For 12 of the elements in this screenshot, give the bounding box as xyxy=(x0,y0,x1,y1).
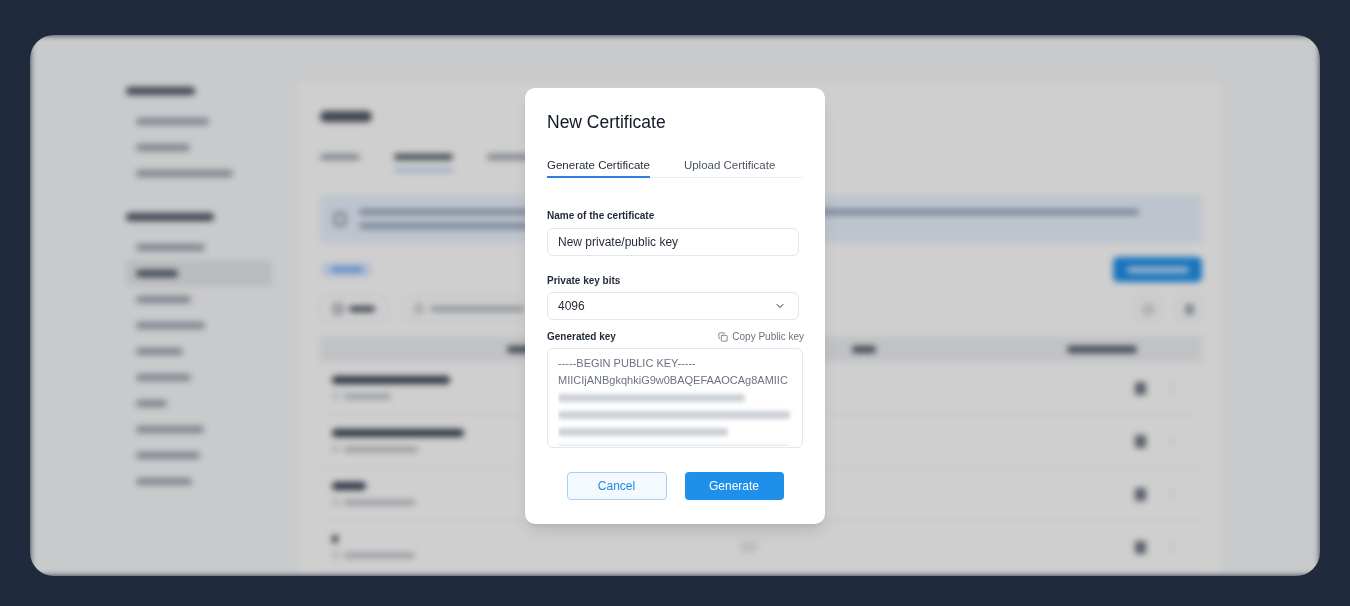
copy-icon xyxy=(718,331,729,342)
dialog-title: New Certificate xyxy=(547,110,666,133)
cancel-button[interactable]: Cancel xyxy=(566,471,667,500)
bits-select[interactable]: 4096 xyxy=(547,291,799,320)
copy-public-key-link[interactable]: Copy Public key xyxy=(718,329,804,344)
field-label: Generated key xyxy=(547,329,616,344)
name-field[interactable]: New private/public key xyxy=(547,227,799,256)
tab[interactable]: Upload Certificate xyxy=(683,156,776,178)
generated-key-field[interactable]: -----BEGIN PUBLIC KEY----- MIICIjANBgkqhkiG9w0BAQEFAAOCAg8AMIIC xyxy=(547,347,803,448)
tab[interactable]: Generate Certificate xyxy=(547,156,650,178)
field-label: Private key bits xyxy=(547,273,621,288)
field-label: Name of the certificate xyxy=(547,208,655,223)
